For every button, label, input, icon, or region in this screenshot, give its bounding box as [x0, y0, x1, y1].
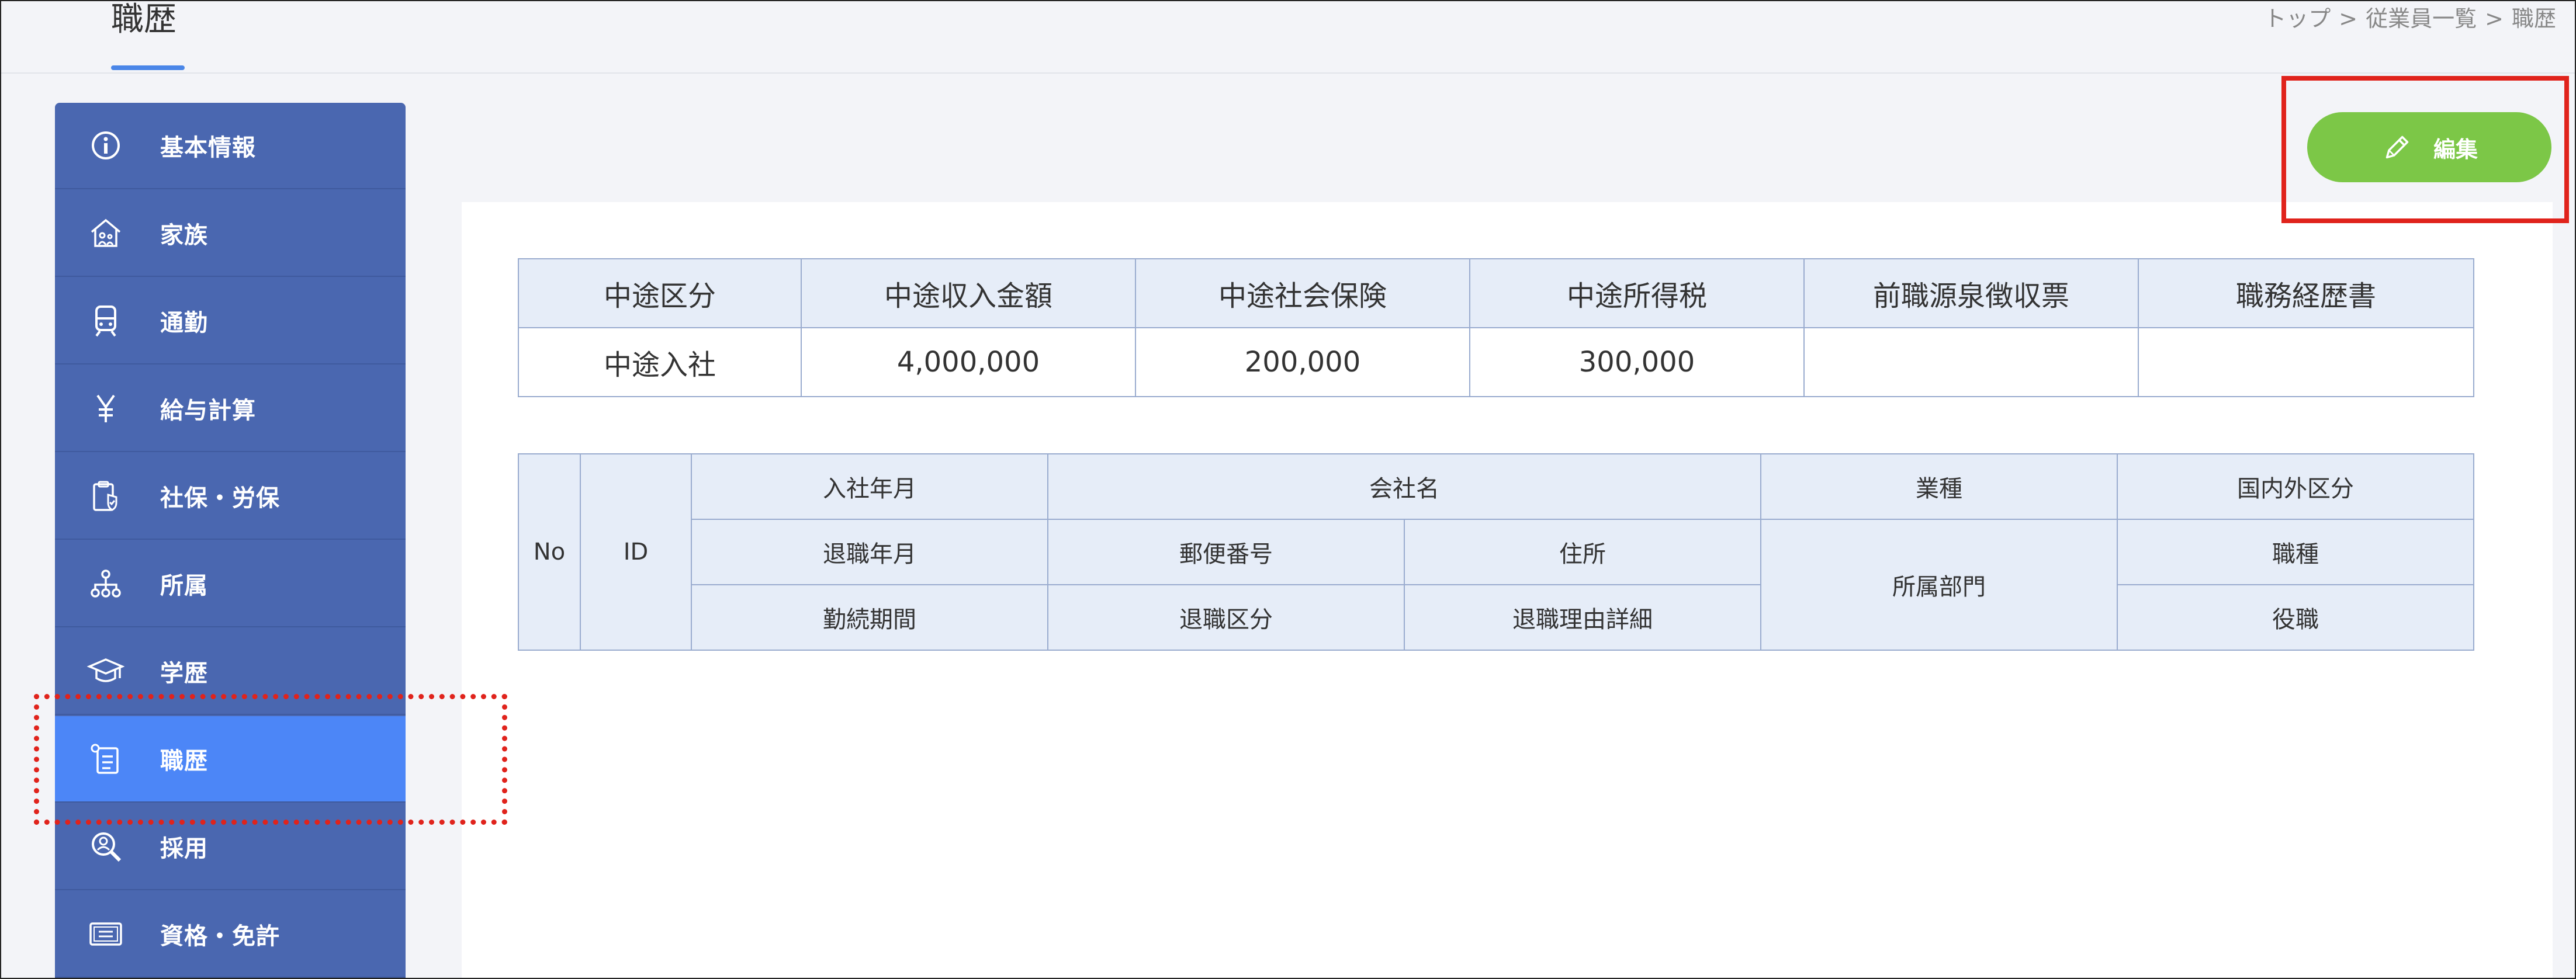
breadcrumb-employee-list[interactable]: 従業員一覧 [2366, 2, 2477, 35]
certificate-icon [85, 914, 126, 954]
header-id: ID [580, 453, 692, 651]
info-icon [85, 125, 126, 166]
title-underline [111, 65, 185, 70]
sidebar-item-label: 給与計算 [160, 397, 256, 424]
sidebar-item-label: 通勤 [160, 310, 208, 336]
sidebar-item-recruitment[interactable]: 採用 [55, 804, 406, 890]
table-row: 中途入社 4,000,000 200,000 300,000 [518, 327, 2474, 397]
header-postal-code: 郵便番号 [1047, 519, 1405, 585]
sidebar-item-label: 資格・免許 [160, 923, 280, 950]
sidebar-item-label: 所属 [160, 572, 208, 599]
pencil-icon [2385, 136, 2409, 159]
header-leave-date: 退職年月 [691, 519, 1048, 585]
sidebar-item-commute[interactable]: 通勤 [55, 278, 406, 364]
sidebar-item-payroll[interactable]: 給与計算 [55, 366, 406, 452]
sidebar-item-career[interactable]: 職歴 [55, 716, 406, 803]
graduation-cap-icon [85, 651, 126, 692]
header-job-type: 職種 [2117, 519, 2474, 585]
table-cell: 300,000 [1469, 327, 1805, 397]
sidebar-item-qualifications[interactable]: 資格・免許 [55, 891, 406, 978]
sidebar-item-label: 採用 [160, 835, 208, 862]
mid-career-table: 中途区分 中途収入金額 中途社会保険 中途所得税 前職源泉徴収票 職務経歴書 中… [518, 258, 2474, 397]
table-header-row: 中途区分 中途収入金額 中途社会保険 中途所得税 前職源泉徴収票 職務経歴書 [518, 258, 2474, 328]
sidebar-item-affiliation[interactable]: 所属 [55, 541, 406, 627]
table-cell [1803, 327, 2139, 397]
table-header-cell: 前職源泉徴収票 [1803, 258, 2139, 328]
org-chart-icon [85, 563, 126, 604]
sidebar-item-basic-info[interactable]: 基本情報 [55, 103, 406, 189]
table-cell [2138, 327, 2474, 397]
header-leave-reason: 退職理由詳細 [1404, 584, 1761, 651]
page-title: 職歴 [111, 1, 176, 39]
breadcrumb-separator: > [2485, 6, 2504, 32]
table-header-cell: 中途社会保険 [1135, 258, 1470, 328]
header-leave-type: 退職区分 [1047, 584, 1405, 651]
table-header-cell: 中途所得税 [1469, 258, 1805, 328]
table-cell: 4,000,000 [801, 327, 1136, 397]
sidebar-item-insurance[interactable]: 社保・労保 [55, 453, 406, 540]
header-join-date: 入社年月 [691, 453, 1048, 520]
family-house-icon [85, 213, 126, 254]
table-header-row: No ID 入社年月 会社名 業種 国内外区分 [518, 453, 2474, 651]
breadcrumb-separator: > [2339, 6, 2358, 32]
header-no: No [518, 453, 581, 651]
header-position: 役職 [2117, 584, 2474, 651]
table-header-cell: 中途収入金額 [801, 258, 1136, 328]
edit-button-label: 編集 [2433, 136, 2478, 162]
table-header-row: 退職年月 郵便番号 住所 所属部門 職種 [518, 519, 2474, 651]
yen-icon [85, 388, 126, 429]
career-history-table: No ID 入社年月 会社名 業種 国内外区分 退職年月 郵便番号 住所 所属部… [518, 453, 2474, 651]
edit-button[interactable]: 編集 [2307, 112, 2551, 182]
sidebar-item-family[interactable]: 家族 [55, 190, 406, 277]
table-cell: 中途入社 [518, 327, 802, 397]
table-header-cell: 職務経歴書 [2138, 258, 2474, 328]
header-domestic-foreign: 国内外区分 [2117, 453, 2474, 520]
header-tenure: 勤続期間 [691, 584, 1048, 651]
sidebar-item-label: 社保・労保 [160, 485, 280, 512]
career-document-icon [85, 738, 126, 779]
content-panel: 中途区分 中途収入金額 中途社会保険 中途所得税 前職源泉徴収票 職務経歴書 中… [462, 202, 2553, 979]
breadcrumb-current: 職歴 [2511, 6, 2556, 32]
sidebar-item-label: 職歴 [160, 748, 208, 775]
header-divider [0, 72, 2576, 74]
breadcrumb: トップ > 従業員一覧 > 職歴 [2264, 2, 2556, 35]
table-cell: 200,000 [1135, 327, 1470, 397]
sidebar-item-label: 基本情報 [160, 134, 256, 161]
insurance-clipboard-icon [85, 475, 126, 516]
sidebar-item-education[interactable]: 学歴 [55, 629, 406, 715]
sidebar-item-label: 家族 [160, 222, 208, 249]
header-department: 所属部門 [1760, 519, 2118, 651]
sidebar-item-label: 学歴 [160, 660, 208, 687]
breadcrumb-top[interactable]: トップ [2264, 2, 2331, 35]
header-industry: 業種 [1760, 453, 2118, 520]
table-header-row: 勤続期間 退職区分 退職理由詳細 役職 [518, 584, 2474, 651]
train-icon [85, 300, 126, 341]
header-company-name: 会社名 [1047, 453, 1761, 520]
recruit-search-icon [85, 826, 126, 867]
table-header-cell: 中途区分 [518, 258, 802, 328]
header-address: 住所 [1404, 519, 1761, 585]
sidebar: 基本情報 家族 通勤 給与計算 社保・労保 所属 学歴 職歴 採用 資格・免許 [55, 103, 406, 979]
